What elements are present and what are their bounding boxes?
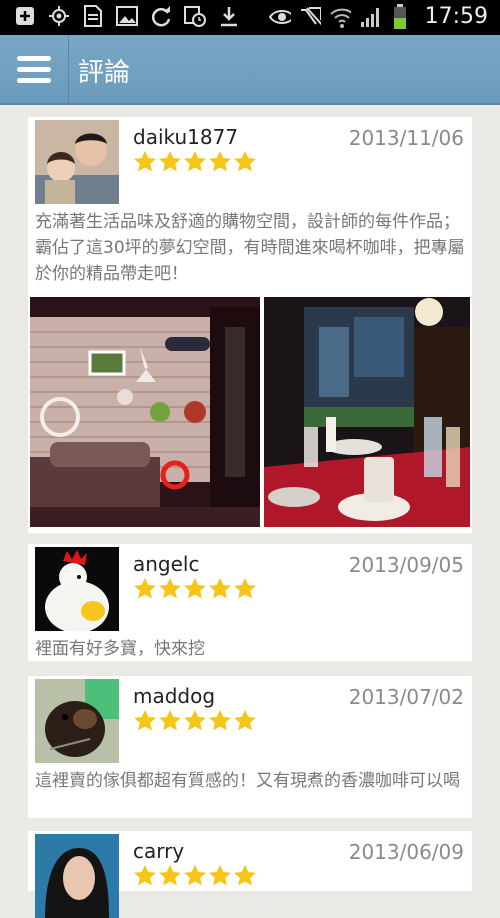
star-icon bbox=[159, 151, 181, 172]
sync-icon bbox=[150, 5, 172, 27]
star-icon bbox=[134, 865, 156, 886]
clock: 17:59 bbox=[424, 4, 488, 29]
star-icon bbox=[209, 710, 231, 731]
review-card[interactable]: maddog 2013/07/02 這裡賣的傢俱都超有質感的！又有現煮的香濃咖啡… bbox=[28, 676, 472, 818]
review-username[interactable]: angelc bbox=[133, 552, 199, 576]
battery-icon bbox=[389, 3, 411, 29]
review-photo-table[interactable] bbox=[264, 297, 470, 527]
star-icon bbox=[184, 865, 206, 886]
status-icons-left bbox=[14, 5, 240, 27]
wifi-icon bbox=[329, 6, 351, 28]
review-date: 2013/09/05 bbox=[348, 553, 464, 577]
avatar[interactable] bbox=[35, 834, 119, 918]
star-icon bbox=[209, 578, 231, 599]
star-icon bbox=[134, 710, 156, 731]
star-icon bbox=[209, 151, 231, 172]
star-icon bbox=[159, 865, 181, 886]
signal-icon bbox=[359, 6, 381, 28]
star-rating bbox=[133, 709, 257, 733]
star-icon bbox=[184, 710, 206, 731]
review-comment: 裡面有好多寶，快來挖 bbox=[35, 639, 205, 659]
app-bar: 評論 bbox=[0, 35, 500, 105]
calendar-clock-icon bbox=[184, 5, 206, 27]
image-icon bbox=[116, 5, 138, 27]
review-date: 2013/06/09 bbox=[348, 840, 464, 864]
star-icon bbox=[184, 151, 206, 172]
star-rating bbox=[133, 864, 257, 888]
eye-icon bbox=[268, 6, 291, 28]
review-card[interactable]: daiku1877 2013/11/06 充滿著生活品味及舒適的購物空間，設計師… bbox=[28, 117, 472, 533]
star-rating bbox=[133, 150, 257, 174]
star-icon bbox=[234, 710, 256, 731]
mute-icon bbox=[299, 6, 321, 28]
menu-button[interactable] bbox=[0, 35, 69, 103]
star-icon bbox=[159, 578, 181, 599]
download-icon bbox=[218, 5, 240, 27]
star-icon bbox=[234, 151, 256, 172]
star-rating bbox=[133, 577, 257, 601]
star-icon bbox=[134, 578, 156, 599]
review-date: 2013/07/02 bbox=[348, 685, 464, 709]
review-comment: 充滿著生活品味及舒適的購物空間，設計師的每件作品；霸佔了這30坪的夢幻空間，有時… bbox=[35, 212, 465, 284]
review-card[interactable]: angelc 2013/09/05 裡面有好多寶，快來挖 bbox=[28, 544, 472, 661]
star-icon bbox=[209, 865, 231, 886]
review-photo-interior[interactable] bbox=[30, 297, 260, 527]
star-icon bbox=[159, 710, 181, 731]
review-username[interactable]: maddog bbox=[133, 684, 215, 708]
star-icon bbox=[184, 578, 206, 599]
gps-icon bbox=[48, 5, 70, 27]
status-icons-right: 17:59 bbox=[268, 3, 488, 29]
star-icon bbox=[234, 865, 256, 886]
page-title: 評論 bbox=[78, 58, 131, 88]
star-icon bbox=[134, 151, 156, 172]
star-icon bbox=[234, 578, 256, 599]
review-comment: 這裡賣的傢俱都超有質感的！又有現煮的香濃咖啡可以喝 bbox=[35, 771, 460, 791]
document-icon bbox=[82, 5, 104, 27]
avatar[interactable] bbox=[35, 547, 119, 631]
status-bar: 17:59 bbox=[0, 0, 500, 35]
avatar[interactable] bbox=[35, 679, 119, 763]
review-date: 2013/11/06 bbox=[348, 126, 464, 150]
review-username[interactable]: carry bbox=[133, 839, 184, 863]
add-box-icon bbox=[14, 5, 36, 27]
review-card[interactable]: carry 2013/06/09 bbox=[28, 831, 472, 918]
menu-icon bbox=[17, 55, 51, 61]
avatar[interactable] bbox=[35, 120, 119, 204]
review-username[interactable]: daiku1877 bbox=[133, 125, 238, 149]
